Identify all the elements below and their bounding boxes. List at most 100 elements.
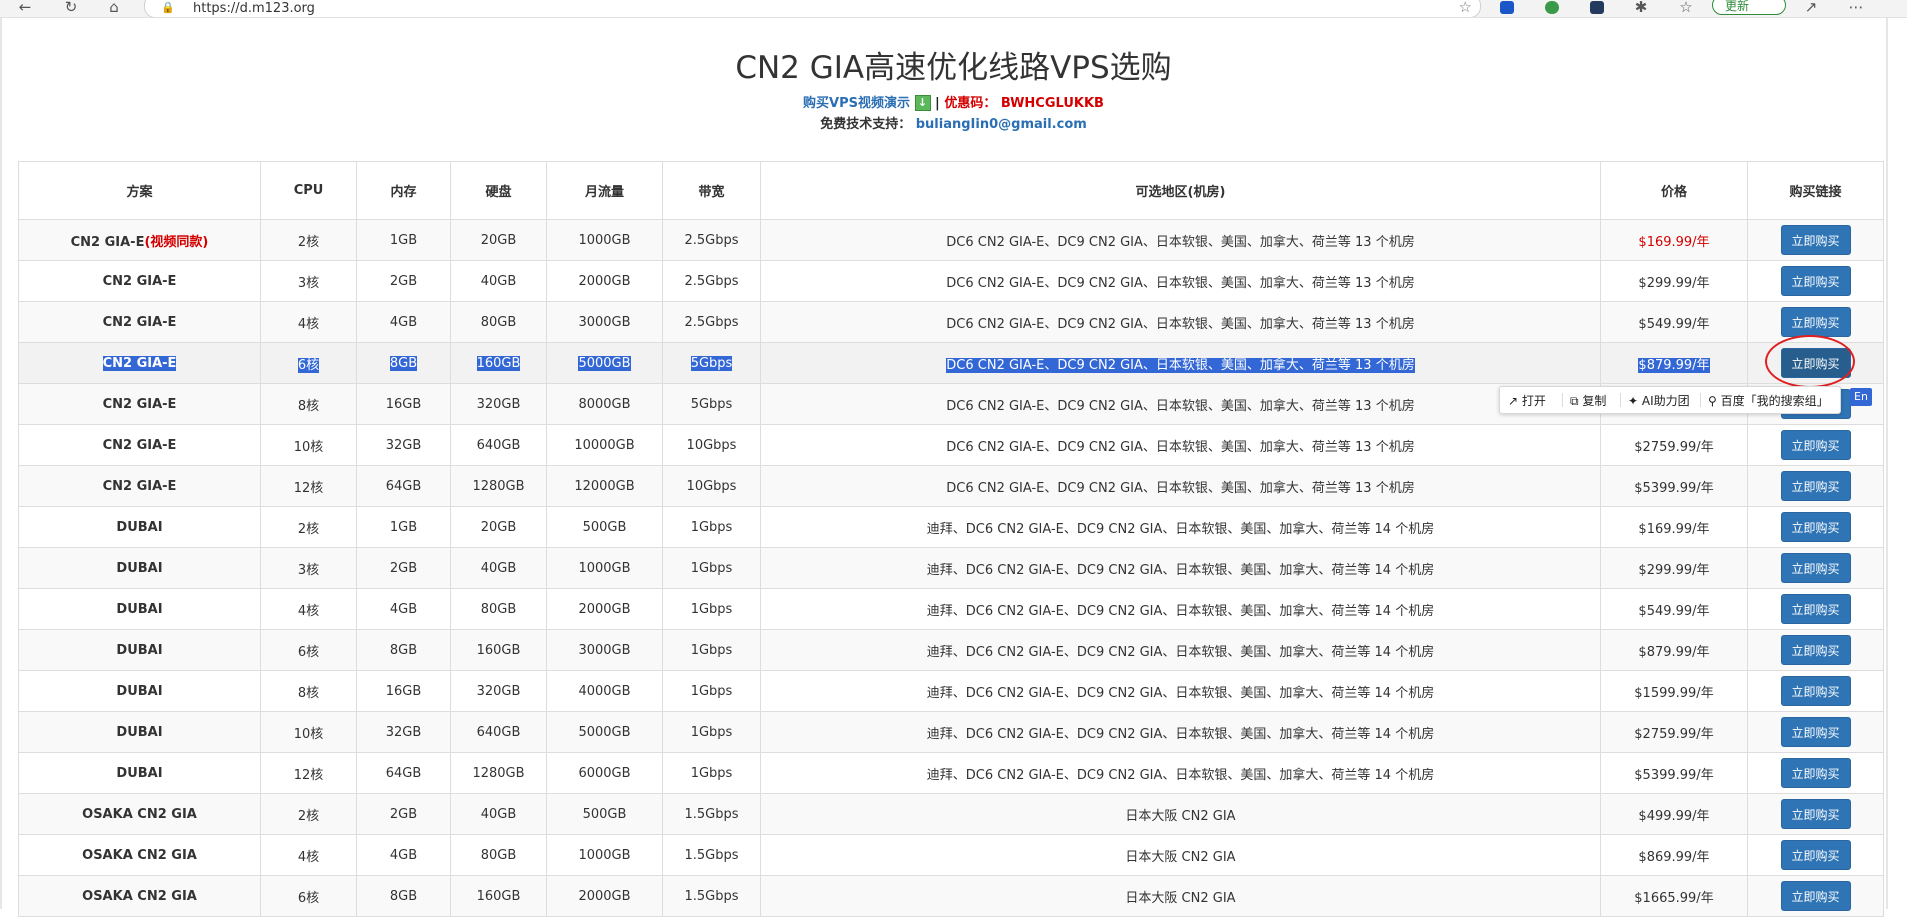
page-title: CN2 GIA高速优化线路VPS选购 — [735, 50, 1172, 86]
bandwidth-value: 5Gbps — [690, 396, 733, 412]
cell-disk: 160GB — [450, 875, 547, 917]
more-menu-icon[interactable]: ⋯ — [1845, 0, 1867, 17]
regions-value: 迪拜、DC6 CN2 GIA-E、DC9 CN2 GIA、日本软银、美国、加拿大… — [926, 521, 1435, 537]
price-value: $5399.99/年 — [1634, 480, 1714, 496]
buy-now-button[interactable]: 立即购买 — [1780, 758, 1851, 788]
traffic-value: 2000GB — [578, 273, 631, 289]
cell-regions: 日本大阪 CN2 GIA — [760, 793, 1601, 835]
table-row: CN2 GIA-E 6核 8GB 160GB 5000GB 5Gbps DC6 CN2 GI… — [18, 342, 1884, 384]
cell-buy: 立即购买 — [1747, 547, 1884, 589]
buy-now-button[interactable]: 立即购买 — [1780, 471, 1851, 501]
table-row: DUBAI 2核 1GB 20GB 500GB 1Gbps 迪拜、DC6 CN2 GIA-E… — [18, 506, 1884, 548]
promo-code: BWHCGLUKKB — [1000, 96, 1104, 111]
buy-now-button[interactable]: 立即购买 — [1780, 840, 1851, 870]
regions-value: 日本大阪 CN2 GIA — [1125, 808, 1236, 824]
header-ram: 内存 — [356, 161, 451, 220]
support-label: 免费技术支持： — [820, 117, 912, 132]
cell-price: $549.99/年 — [1600, 588, 1748, 630]
cell-buy: 立即购买 — [1747, 752, 1884, 794]
cell-bandwidth: 1Gbps — [662, 670, 761, 712]
bandwidth-value: 1.5Gbps — [684, 847, 739, 863]
cell-plan: DUBAI — [18, 588, 261, 630]
buy-now-button[interactable]: 立即购买 — [1780, 799, 1851, 829]
table-body: CN2 GIA-E(视频同款) 2核 1GB 20GB 1000GB 2.5Gbps DC6… — [18, 219, 1884, 917]
plan-name: OSAKA CN2 GIA — [82, 888, 197, 904]
download-icon[interactable]: ↓ — [914, 95, 931, 111]
buy-now-button[interactable]: 立即购买 — [1780, 717, 1851, 747]
support-email-link[interactable]: buliangIin0@gmail.com — [916, 117, 1087, 132]
header-disk: 硬盘 — [450, 161, 547, 220]
plan-note: (视频同款) — [144, 234, 209, 250]
cell-buy: 立即购买 — [1747, 629, 1884, 671]
translate-badge[interactable]: En — [1850, 388, 1872, 406]
popup-ai-button[interactable]: ✦ AI助力团 — [1628, 392, 1690, 409]
traffic-value: 500GB — [582, 806, 627, 822]
cpu-value: 4核 — [297, 849, 320, 865]
buy-now-button[interactable]: 立即购买 — [1780, 676, 1851, 706]
cell-regions: 日本大阪 CN2 GIA — [760, 834, 1601, 876]
cell-bandwidth: 1Gbps — [662, 506, 761, 548]
cell-bandwidth: 1.5Gbps — [662, 793, 761, 835]
popup-search-button[interactable]: ⚲ 百度「我的搜索组」 — [1708, 392, 1829, 409]
buy-now-button[interactable]: 立即购买 — [1780, 594, 1851, 624]
share-icon[interactable]: ↗ — [1800, 0, 1822, 17]
buy-now-button[interactable]: 立即购买 — [1780, 307, 1851, 337]
popup-divider — [1562, 393, 1563, 407]
popup-open-label: 打开 — [1521, 394, 1546, 408]
cell-traffic: 5000GB — [546, 342, 663, 384]
cell-disk: 160GB — [450, 629, 547, 671]
buy-now-button[interactable]: 立即购买 — [1780, 881, 1851, 911]
regions-value: 日本大阪 CN2 GIA — [1125, 890, 1236, 906]
cell-cpu: 6核 — [260, 629, 357, 671]
buy-now-button[interactable]: 立即购买 — [1780, 512, 1851, 542]
price-value: $299.99/年 — [1638, 275, 1710, 291]
cell-plan: CN2 GIA-E — [18, 260, 261, 302]
cell-bandwidth: 2.5Gbps — [662, 260, 761, 302]
traffic-value: 8000GB — [578, 396, 631, 412]
back-icon[interactable]: ← — [14, 0, 36, 17]
home-icon[interactable]: ⌂ — [103, 0, 125, 17]
regions-value: 迪拜、DC6 CN2 GIA-E、DC9 CN2 GIA、日本软银、美国、加拿大… — [926, 603, 1435, 619]
cell-price: $299.99/年 — [1600, 547, 1748, 589]
cell-cpu: 4核 — [260, 588, 357, 630]
price-value: $299.99/年 — [1638, 562, 1710, 578]
cell-plan: CN2 GIA-E — [18, 301, 261, 343]
cell-plan: DUBAI — [18, 629, 261, 671]
address-bar[interactable]: 🔒 https://d.m123.org ☆ — [144, 0, 1481, 17]
bandwidth-value: 2.5Gbps — [684, 273, 739, 289]
app-extension-icon[interactable] — [1590, 1, 1604, 14]
popup-copy-button[interactable]: ⧉ 复制 — [1570, 392, 1606, 409]
buy-now-button[interactable]: 立即购买 — [1780, 348, 1851, 378]
cell-price: $1665.99/年 — [1600, 875, 1748, 917]
cpu-value: 8核 — [297, 685, 320, 701]
cell-bandwidth: 2.5Gbps — [662, 301, 761, 343]
cell-price: $499.99/年 — [1600, 793, 1748, 835]
cell-regions: DC6 CN2 GIA-E、DC9 CN2 GIA、日本软银、美国、加拿大、荷兰… — [760, 465, 1601, 507]
buy-now-button[interactable]: 立即购买 — [1780, 266, 1851, 296]
cell-plan: OSAKA CN2 GIA — [18, 875, 261, 917]
buy-now-button[interactable]: 立即购买 — [1780, 553, 1851, 583]
buy-now-button[interactable]: 立即购买 — [1780, 635, 1851, 665]
cell-bandwidth: 1Gbps — [662, 752, 761, 794]
update-button[interactable]: 更新 — [1712, 0, 1786, 15]
shield-extension-icon[interactable] — [1500, 1, 1514, 14]
plan-name: CN2 GIA-E — [102, 437, 177, 453]
cell-disk: 80GB — [450, 301, 547, 343]
buy-now-button[interactable]: 立即购买 — [1780, 225, 1851, 255]
buy-now-button[interactable]: 立即购买 — [1780, 430, 1851, 460]
cell-price: $879.99/年 — [1600, 629, 1748, 671]
popup-copy-label: 复制 — [1582, 394, 1607, 408]
regions-value: DC6 CN2 GIA-E、DC9 CN2 GIA、日本软银、美国、加拿大、荷兰… — [946, 480, 1415, 496]
cpu-value: 6核 — [297, 644, 320, 660]
regions-value: 迪拜、DC6 CN2 GIA-E、DC9 CN2 GIA、日本软银、美国、加拿大… — [926, 767, 1435, 783]
favorite-star-icon[interactable]: ☆ — [1459, 0, 1472, 16]
cell-cpu: 2核 — [260, 219, 357, 261]
favorites-list-icon[interactable]: ☆ — [1675, 0, 1697, 17]
extensions-puzzle-icon[interactable]: ✱ — [1630, 0, 1652, 17]
globe-extension-icon[interactable] — [1545, 1, 1559, 14]
refresh-icon[interactable]: ↻ — [60, 0, 82, 17]
url-text[interactable]: https://d.m123.org — [193, 1, 315, 16]
video-demo-link[interactable]: 购买VPS视频演示 — [803, 96, 910, 111]
popup-open-button[interactable]: ↗ 打开 — [1508, 392, 1546, 409]
plan-name: DUBAI — [116, 560, 163, 576]
